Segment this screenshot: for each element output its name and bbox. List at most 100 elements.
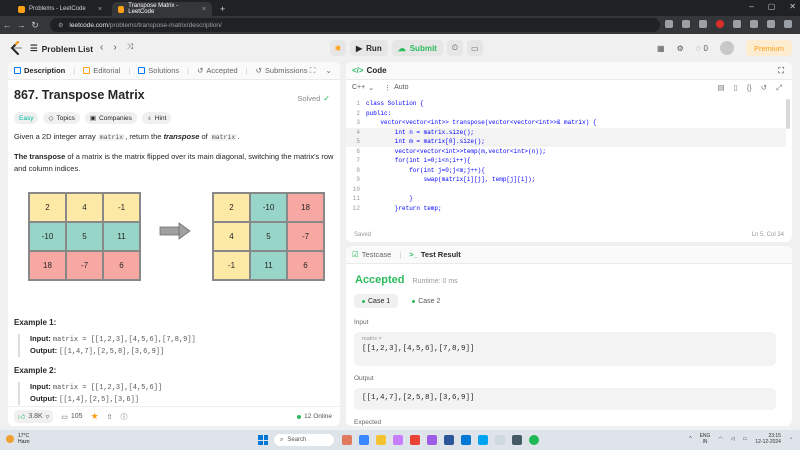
wifi-icon[interactable]: ◠	[718, 436, 722, 442]
avatar[interactable]	[719, 41, 734, 55]
code-line[interactable]: 10	[346, 185, 786, 195]
page-title[interactable]: 867. Transpose Matrix	[14, 88, 334, 102]
next-problem-icon[interactable]: ›	[113, 42, 116, 53]
settings-gear-icon[interactable]: ⚙	[677, 44, 684, 53]
app-icon[interactable]	[342, 435, 352, 445]
menu-icon[interactable]	[784, 20, 792, 28]
tab-solutions[interactable]: Solutions	[138, 66, 179, 75]
puzzle-icon[interactable]	[733, 20, 741, 28]
tab-submissions[interactable]: ↺ Submissions	[256, 66, 308, 75]
reset-icon[interactable]: ↺	[761, 83, 767, 93]
tab-testcase[interactable]: ☑ Testcase	[352, 250, 391, 259]
forward-icon[interactable]: →	[14, 20, 28, 30]
app-icon[interactable]	[393, 435, 403, 445]
code-line[interactable]: 4 int n = matrix.size();	[346, 127, 786, 137]
problem-list-button[interactable]: ☰ Problem List	[30, 43, 93, 54]
chevron-up-icon[interactable]: ^	[689, 436, 691, 442]
bookmark-icon[interactable]: ▯	[734, 83, 738, 93]
code-line[interactable]: 1 class Solution {	[346, 99, 786, 109]
case-2-tab[interactable]: Case 2	[404, 294, 448, 308]
back-icon[interactable]: ←	[0, 20, 14, 30]
favorite-star-icon[interactable]: ★	[91, 411, 99, 422]
difficulty-badge[interactable]: Easy	[14, 112, 39, 124]
collapse-icon[interactable]: ⌄	[325, 66, 332, 76]
volume-icon[interactable]: ◁	[731, 436, 735, 442]
companies-chip[interactable]: ▣ Companies	[84, 112, 137, 124]
code-line[interactable]: 3 vector<vector<int>> transpose(vector<v…	[346, 118, 786, 128]
code-line[interactable]: 2 public:	[346, 109, 786, 119]
leetcode-logo[interactable]	[10, 41, 22, 55]
layout-icon[interactable]: ▦	[657, 44, 665, 53]
random-problem-icon[interactable]: ⤨	[127, 42, 133, 53]
battery-icon[interactable]: ▭	[743, 436, 748, 442]
language-indicator[interactable]: ENG IN	[700, 433, 711, 445]
chrome-icon[interactable]	[410, 435, 420, 445]
reload-icon[interactable]: ↻	[28, 20, 42, 31]
tab-test-result[interactable]: >_ Test Result	[409, 250, 460, 259]
comments-button[interactable]: ▭ 105	[61, 413, 82, 421]
code-line[interactable]: 6 vector<vector<int>>temp(m,vector<int>(…	[346, 147, 786, 157]
expand-icon[interactable]: ⛶	[310, 66, 316, 76]
code-editor[interactable]: 1 class Solution {2 public: 3 vector<vector…	[346, 99, 786, 224]
code-line[interactable]: 8 for(int j=0;j<m;j++){	[346, 166, 786, 176]
editor-scrollbar[interactable]	[786, 99, 790, 129]
file-explorer-icon[interactable]	[376, 435, 386, 445]
spotify-icon[interactable]	[529, 435, 539, 445]
code-line[interactable]: 9 swap(matrix[i][j], temp[j][i]);	[346, 175, 786, 185]
format-braces-icon[interactable]: {}	[747, 83, 752, 93]
submit-button[interactable]: ☁ Submit	[391, 40, 443, 56]
note-icon[interactable]: ▤	[717, 83, 724, 93]
notification-icon[interactable]: ◔	[789, 436, 792, 442]
weather-widget[interactable]: 17°C Haze	[6, 433, 30, 445]
clock[interactable]: 23:15 12-12-2024	[755, 433, 781, 445]
maximize-icon[interactable]: ▢	[768, 2, 776, 11]
topics-chip[interactable]: ◇ Topics	[43, 112, 80, 124]
tab-accepted[interactable]: ↺ Accepted	[197, 66, 238, 75]
tab-description[interactable]: Description	[14, 66, 65, 75]
share-icon[interactable]: ⇧	[107, 413, 113, 421]
url-bar[interactable]: ⚙ leetcode.com/problems/transpose-matrix…	[50, 18, 660, 32]
app-icon[interactable]	[495, 435, 505, 445]
close-window-icon[interactable]: ✕	[789, 2, 796, 11]
help-icon[interactable]: ⓘ	[121, 412, 128, 422]
profile-icon[interactable]	[767, 20, 775, 28]
prev-problem-icon[interactable]: ‹	[100, 42, 103, 53]
extension-icon[interactable]	[716, 20, 724, 28]
minimize-icon[interactable]: –	[749, 2, 753, 11]
translate-icon[interactable]	[665, 20, 673, 28]
premium-button[interactable]: Premium	[745, 40, 792, 56]
edge-icon[interactable]	[478, 435, 488, 445]
code-line[interactable]: 5 int m = matrix[0].size();	[346, 137, 786, 147]
code-line[interactable]: 7 for(int i=0;i<n;i++){	[346, 156, 786, 166]
windows-start-icon[interactable]	[258, 435, 268, 445]
search-page-icon[interactable]	[682, 20, 690, 28]
downloads-icon[interactable]	[750, 20, 758, 28]
auto-mode-toggle[interactable]: ⋮ Auto	[384, 84, 408, 92]
browser-tab-problems[interactable]: Problems - LeetCode ×	[12, 2, 108, 16]
app-icon[interactable]	[512, 435, 522, 445]
app-icon[interactable]	[427, 435, 437, 445]
like-button[interactable]: 👍︎ 3.8K ▿	[14, 410, 54, 423]
word-icon[interactable]	[444, 435, 454, 445]
thumbs-down-icon[interactable]: ▿	[46, 413, 50, 421]
case-1-tab[interactable]: Case 1	[354, 294, 399, 308]
debug-icon[interactable]: ✱	[330, 40, 346, 56]
app-icon[interactable]	[359, 435, 369, 445]
code-line[interactable]: 11 }	[346, 194, 786, 204]
code-line[interactable]: 12 }return temp;	[346, 204, 786, 214]
coins[interactable]: ◌ 0	[696, 44, 708, 53]
store-icon[interactable]	[461, 435, 471, 445]
new-tab-button[interactable]: +	[214, 2, 231, 16]
timer-icon[interactable]: ⏲	[446, 40, 463, 56]
notes-icon[interactable]: ▭	[466, 40, 483, 56]
run-button[interactable]: ▶ Run	[350, 40, 388, 56]
close-tab-icon[interactable]: ×	[202, 6, 206, 13]
language-select[interactable]: C++ ⌄	[352, 84, 374, 92]
browser-tab-transpose[interactable]: Transpose Matrix - LeetCode ×	[112, 2, 212, 16]
hint-chip[interactable]: ♁ Hint	[141, 112, 172, 124]
close-tab-icon[interactable]: ×	[98, 6, 102, 13]
tab-editorial[interactable]: Editorial	[83, 66, 120, 75]
site-info-icon[interactable]: ⚙	[58, 22, 63, 29]
taskbar-search[interactable]: ⌕ Search	[274, 434, 334, 446]
expand-icon[interactable]: ⛶	[778, 66, 784, 76]
